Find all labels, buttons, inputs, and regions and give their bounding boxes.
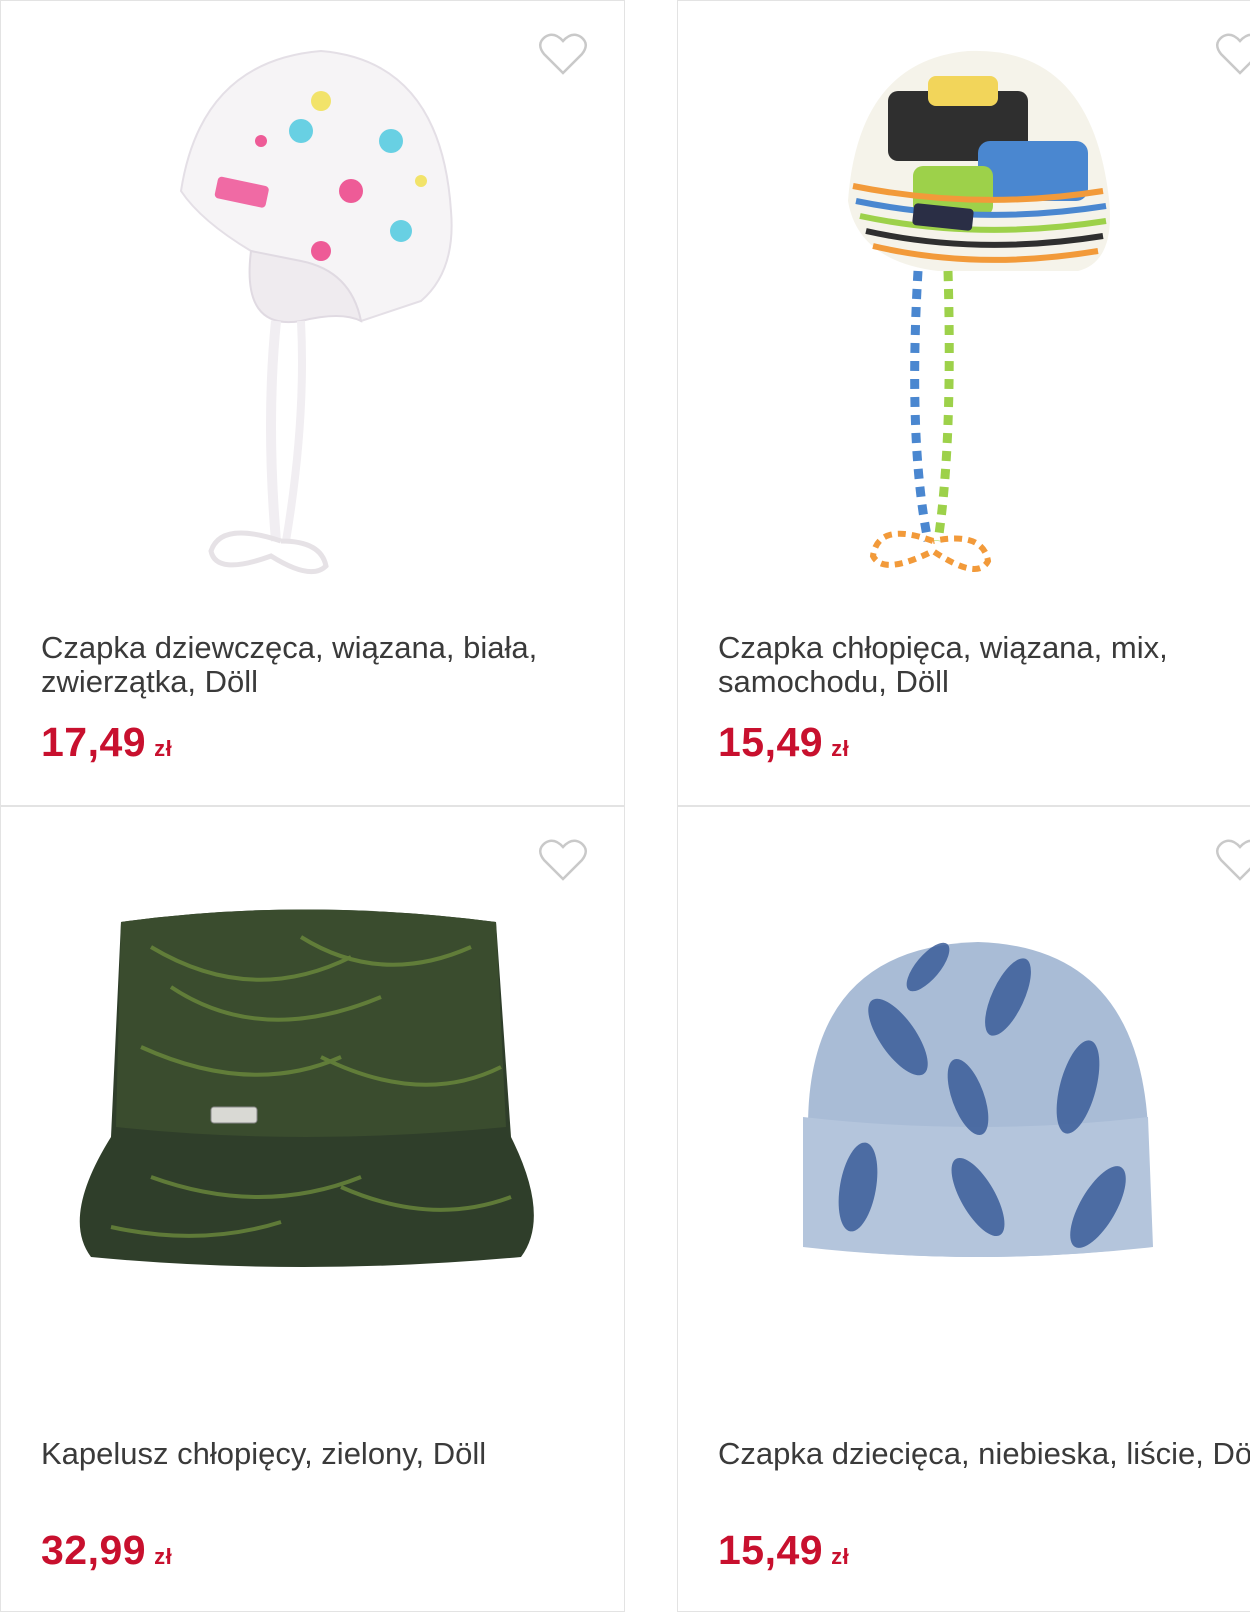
product-image-blue-beanie[interactable] (678, 827, 1250, 1427)
price-currency: zł (831, 736, 850, 761)
heart-outline-icon[interactable] (1215, 837, 1250, 883)
heart-outline-icon[interactable] (1215, 31, 1250, 77)
product-image-striped-bonnet[interactable] (678, 21, 1250, 621)
price-value: 17,49 (41, 719, 147, 765)
product-title[interactable]: Czapka dziewczęca, wiązana, biała, zwier… (41, 631, 601, 699)
product-title[interactable]: Czapka dziecięca, niebieska, liście, Döl… (718, 1437, 1250, 1471)
heart-outline-icon[interactable] (538, 31, 588, 77)
product-grid: Czapka dziewczęca, wiązana, biała, zwier… (0, 0, 1250, 1612)
price-currency: zł (831, 1544, 850, 1569)
product-price: 32,99 zł (41, 1527, 172, 1574)
product-image-green-bucket-hat[interactable] (1, 827, 625, 1427)
product-title[interactable]: Kapelusz chłopięcy, zielony, Döll (41, 1437, 601, 1471)
grid-gutter (625, 0, 677, 1612)
price-currency: zł (154, 736, 173, 761)
price-value: 32,99 (41, 1527, 147, 1573)
product-card[interactable]: Czapka dziecięca, niebieska, liście, Döl… (677, 806, 1250, 1612)
product-price: 17,49 zł (41, 719, 172, 766)
price-value: 15,49 (718, 719, 824, 765)
product-card[interactable]: Czapka chłopięca, wiązana, mix, samochod… (677, 0, 1250, 806)
product-title[interactable]: Czapka chłopięca, wiązana, mix, samochod… (718, 631, 1250, 699)
product-price: 15,49 zł (718, 719, 849, 766)
heart-outline-icon[interactable] (538, 837, 588, 883)
product-card[interactable]: Kapelusz chłopięcy, zielony, Döll 32,99 z… (0, 806, 625, 1612)
price-currency: zł (154, 1544, 173, 1569)
product-price: 15,49 zł (718, 1527, 849, 1574)
price-value: 15,49 (718, 1527, 824, 1573)
product-image-white-bonnet[interactable] (1, 21, 625, 621)
product-card[interactable]: Czapka dziewczęca, wiązana, biała, zwier… (0, 0, 625, 806)
